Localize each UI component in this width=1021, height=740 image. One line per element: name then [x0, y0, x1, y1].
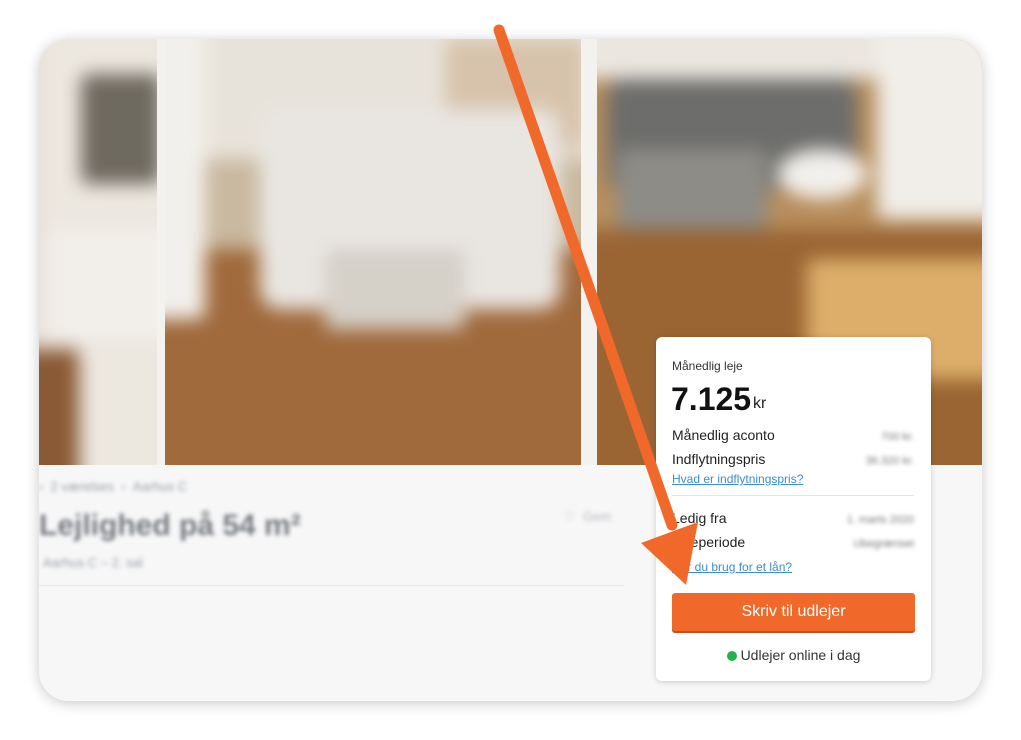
gallery-photo-2[interactable]	[165, 39, 581, 465]
price-currency: kr	[753, 395, 767, 412]
landlord-online-status: Udlejer online i dag	[656, 647, 931, 663]
photo-divider	[581, 39, 597, 465]
aconto-value: 700 kr.	[880, 431, 914, 443]
photo-divider	[157, 39, 165, 465]
moving-price-value: 36.320 kr.	[865, 455, 914, 467]
moving-price-label: Indflytningspris	[672, 451, 766, 467]
gallery-photo-1[interactable]	[39, 39, 157, 465]
write-to-landlord-button[interactable]: Skriv til udlejer	[672, 593, 915, 631]
loan-help-link[interactable]: Har du brug for et lån?	[672, 560, 792, 574]
breadcrumb[interactable]: › 2 værelses › Aarhus C	[39, 479, 187, 494]
moving-price-help-link[interactable]: Hvad er indflytningspris?	[672, 472, 803, 486]
online-status-text: Udlejer online i dag	[740, 647, 861, 663]
aconto-label: Månedlig aconto	[672, 427, 775, 443]
divider	[39, 585, 624, 586]
price-panel: Månedlig leje 7.125 kr Månedlig aconto 7…	[656, 337, 931, 681]
monthly-rent-label: Månedlig leje	[672, 359, 743, 373]
listing-address: Aarhus C – 2. sal	[43, 555, 143, 570]
panel-divider	[672, 495, 914, 496]
rental-period-value: Ubegrænset	[853, 538, 914, 550]
save-button[interactable]: ♡ Gem	[564, 509, 611, 525]
page-title: Lejlighed på 54 m²	[39, 509, 301, 542]
rental-period-label: Lejeperiode	[672, 534, 746, 550]
available-from-value: 1. marts 2020	[846, 514, 914, 526]
online-status-dot-icon	[726, 651, 737, 661]
monthly-rent-price: 7.125	[671, 381, 752, 417]
available-from-label: Ledig fra	[672, 510, 727, 526]
